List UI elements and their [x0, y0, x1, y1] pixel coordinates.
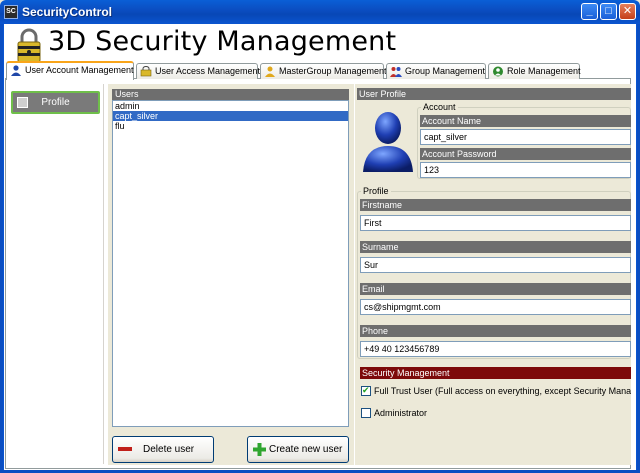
user-list-item[interactable]: flu: [113, 121, 348, 131]
firstname-field[interactable]: First: [360, 215, 631, 231]
profile-icon: [17, 97, 28, 108]
window-titlebar[interactable]: SC SecurityControl _ □ ✕: [0, 0, 640, 24]
tab-role-management[interactable]: Role Management: [488, 63, 581, 79]
window-title: SecurityControl: [22, 5, 113, 19]
email-field[interactable]: cs@shipmgmt.com: [360, 299, 631, 315]
tab-group-management[interactable]: Group Management: [386, 63, 486, 79]
minimize-button[interactable]: _: [581, 3, 598, 20]
administrator-label: Administrator: [374, 408, 428, 418]
users-list[interactable]: admin capt_silver flu: [112, 100, 349, 427]
full-trust-label: Full Trust User (Full access on everythi…: [374, 386, 631, 396]
account-password-field[interactable]: 123: [420, 162, 631, 178]
account-name-field[interactable]: capt_silver: [420, 129, 631, 145]
account-password-label: Account Password: [420, 148, 631, 160]
delete-user-button[interactable]: Delete user: [112, 436, 214, 463]
profile-button-label: Profile: [41, 97, 70, 108]
tab-mastergroup-management[interactable]: MasterGroup Management: [260, 63, 387, 79]
users-header: Users: [112, 89, 349, 100]
phone-label: Phone: [360, 325, 631, 337]
tab-user-access-management[interactable]: User Access Management: [136, 63, 261, 79]
page-title: 3D Security Management: [48, 26, 397, 57]
role-icon: [493, 66, 503, 77]
profile-button[interactable]: Profile: [11, 91, 100, 114]
mastergroup-icon: [265, 66, 275, 77]
group-icon: [390, 67, 402, 77]
delete-icon: [118, 447, 132, 451]
lock-logo-icon: [17, 28, 41, 63]
user-list-item[interactable]: admin: [113, 101, 348, 111]
surname-field[interactable]: Sur: [360, 257, 631, 273]
full-trust-checkbox[interactable]: [361, 385, 371, 396]
close-button[interactable]: ✕: [619, 3, 636, 20]
profile-legend: Profile: [361, 186, 391, 196]
administrator-checkbox[interactable]: [361, 408, 371, 418]
app-icon: SC: [4, 5, 18, 19]
tab-label: User Access Management: [155, 66, 261, 76]
create-user-button[interactable]: Create new user: [247, 436, 349, 463]
tab-label: User Account Management: [25, 65, 134, 75]
add-icon: [253, 443, 266, 456]
tab-label: Role Management: [507, 66, 581, 76]
maximize-button[interactable]: □: [600, 3, 617, 20]
user-profile-header: User Profile: [357, 88, 631, 100]
navigation-pane: [8, 84, 104, 464]
user-list-item-selected[interactable]: capt_silver: [113, 111, 348, 121]
account-legend: Account: [421, 102, 458, 112]
security-management-header: Security Management: [360, 367, 631, 379]
tab-label: Group Management: [405, 66, 486, 76]
account-name-label: Account Name: [420, 115, 631, 127]
tab-label: MasterGroup Management: [279, 66, 387, 76]
firstname-label: Firstname: [360, 199, 631, 211]
email-label: Email: [360, 283, 631, 295]
phone-field[interactable]: +49 40 123456789: [360, 341, 631, 357]
surname-label: Surname: [360, 241, 631, 253]
create-user-label: Create new user: [269, 444, 343, 455]
user-avatar-icon: [363, 112, 413, 172]
tab-user-account-management[interactable]: User Account Management: [6, 61, 134, 80]
user-icon: [11, 65, 21, 76]
access-icon: [140, 66, 152, 77]
delete-user-label: Delete user: [143, 444, 195, 455]
